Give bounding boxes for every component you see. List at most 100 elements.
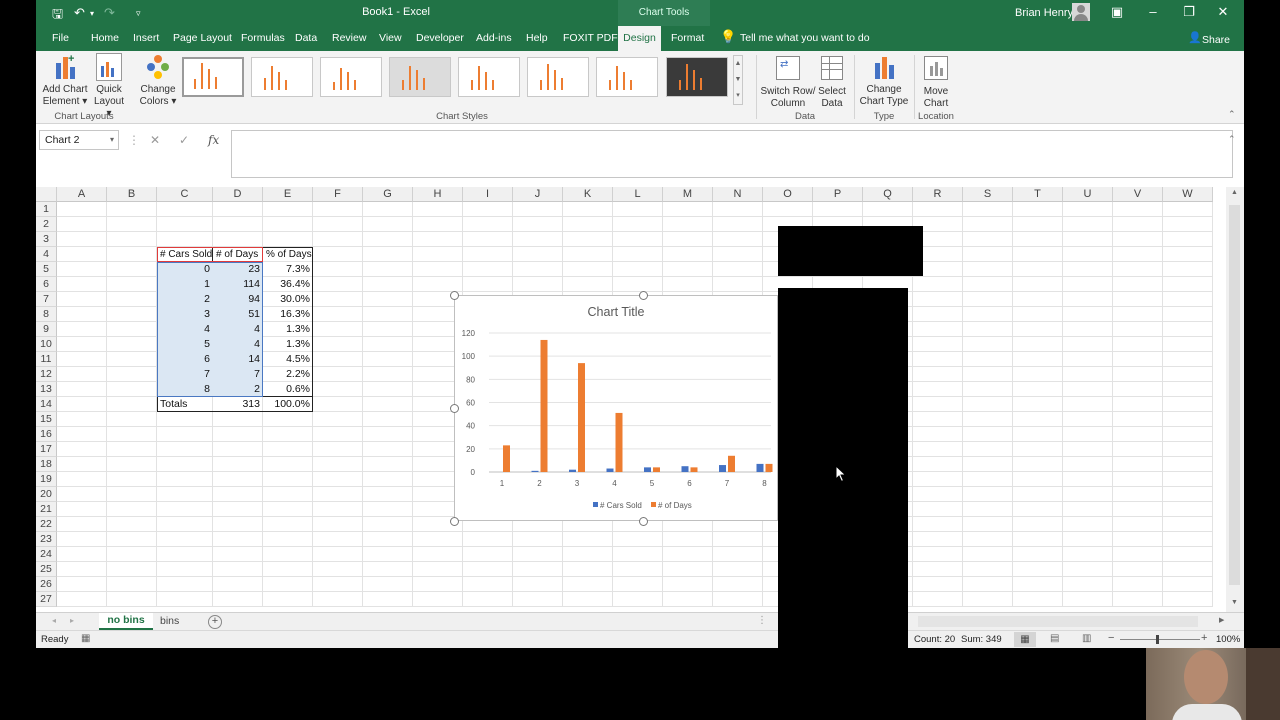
column-header[interactable]: D [213, 187, 263, 202]
zoom-slider-thumb[interactable] [1156, 635, 1159, 644]
tab-review[interactable]: Review [332, 32, 366, 44]
table-header-cell[interactable]: % of Days [263, 247, 313, 262]
table-row-cell[interactable]: 94 [213, 292, 263, 307]
table-row-cell[interactable]: 14 [213, 352, 263, 367]
tab-design[interactable]: Design [618, 26, 661, 51]
tab-file[interactable]: File [52, 32, 69, 44]
zoom-level[interactable]: 100% [1216, 634, 1240, 645]
switch-row-column-button[interactable]: ⇄ Switch Row/ Column [760, 53, 816, 110]
tab-home[interactable]: Home [91, 32, 119, 44]
tell-me-search[interactable]: Tell me what you want to do [740, 32, 870, 44]
row-header[interactable]: 18 [36, 457, 57, 472]
chart-style-5[interactable] [458, 57, 520, 97]
row-header[interactable]: 12 [36, 367, 57, 382]
column-header[interactable]: I [463, 187, 513, 202]
resize-handle-bottom-left[interactable] [450, 517, 459, 526]
table-row-cell[interactable]: 23 [213, 262, 263, 277]
table-row-cell[interactable]: 2.2% [263, 367, 313, 382]
page-layout-view-icon[interactable]: ▤ [1050, 633, 1059, 644]
chart-styles-scroll[interactable]: ▲ ▼ ▾ [733, 55, 743, 105]
row-header[interactable]: 10 [36, 337, 57, 352]
select-all-corner[interactable] [36, 187, 57, 202]
chart-style-4[interactable] [389, 57, 451, 97]
row-header[interactable]: 5 [36, 262, 57, 277]
table-row-cell[interactable]: 16.3% [263, 307, 313, 322]
chart-style-6[interactable] [527, 57, 589, 97]
table-row-cell[interactable]: 4 [213, 337, 263, 352]
tab-help[interactable]: Help [526, 32, 548, 44]
sheet-tab-bins[interactable]: bins [160, 615, 179, 627]
tab-view[interactable]: View [379, 32, 402, 44]
row-header[interactable]: 6 [36, 277, 57, 292]
column-header[interactable]: T [1013, 187, 1063, 202]
row-header[interactable]: 21 [36, 502, 57, 517]
totals-cell[interactable]: 313 [213, 397, 263, 412]
chart-style-1[interactable] [182, 57, 244, 97]
close-icon[interactable]: ✕ [1208, 4, 1238, 22]
row-header[interactable]: 8 [36, 307, 57, 322]
table-row-cell[interactable]: 3 [157, 307, 213, 322]
table-row-cell[interactable]: 30.0% [263, 292, 313, 307]
normal-view-icon[interactable]: ▦ [1014, 632, 1036, 647]
row-header[interactable]: 14 [36, 397, 57, 412]
column-header[interactable]: L [613, 187, 663, 202]
column-header[interactable]: H [413, 187, 463, 202]
row-header[interactable]: 16 [36, 427, 57, 442]
table-row-cell[interactable]: 1.3% [263, 322, 313, 337]
table-row-cell[interactable]: 114 [213, 277, 263, 292]
row-header[interactable]: 27 [36, 592, 57, 607]
column-header[interactable]: C [157, 187, 213, 202]
table-row-cell[interactable]: 4 [157, 322, 213, 337]
row-header[interactable]: 26 [36, 577, 57, 592]
row-header[interactable]: 17 [36, 442, 57, 457]
column-header[interactable]: U [1063, 187, 1113, 202]
scroll-sheets-right-icon[interactable]: ▸ [70, 616, 74, 625]
table-row-cell[interactable]: 36.4% [263, 277, 313, 292]
column-header[interactable]: A [57, 187, 107, 202]
table-row-cell[interactable]: 7.3% [263, 262, 313, 277]
tab-add-ins[interactable]: Add-ins [476, 32, 512, 44]
sheet-tab-no-bins[interactable]: no bins [99, 613, 153, 630]
name-box[interactable]: Chart 2 ▾ [39, 130, 119, 150]
row-header[interactable]: 23 [36, 532, 57, 547]
ribbon-display-icon[interactable]: ▣ [1102, 4, 1132, 22]
totals-cell[interactable]: 100.0% [263, 397, 313, 412]
row-header[interactable]: 25 [36, 562, 57, 577]
formula-input[interactable] [231, 130, 1233, 178]
user-name[interactable]: Brian Henry [1015, 7, 1073, 19]
vertical-scroll-thumb[interactable] [1229, 205, 1240, 585]
chart-style-2[interactable] [251, 57, 313, 97]
move-chart-button[interactable]: Move Chart [918, 53, 954, 110]
table-row-cell[interactable]: 1.3% [263, 337, 313, 352]
row-header[interactable]: 22 [36, 517, 57, 532]
table-row-cell[interactable]: 5 [157, 337, 213, 352]
column-header[interactable]: W [1163, 187, 1213, 202]
horizontal-scrollbar[interactable] [918, 616, 1198, 627]
minimize-icon[interactable]: – [1138, 4, 1168, 22]
macro-recording-icon[interactable]: ▦ [81, 633, 90, 644]
column-header[interactable]: N [713, 187, 763, 202]
change-colors-button[interactable]: Change Colors ▾ [138, 53, 178, 108]
column-header[interactable]: Q [863, 187, 913, 202]
column-header[interactable]: V [1113, 187, 1163, 202]
table-row-cell[interactable]: 51 [213, 307, 263, 322]
table-row-cell[interactable]: 8 [157, 382, 213, 397]
zoom-slider[interactable] [1120, 639, 1200, 640]
row-header[interactable]: 15 [36, 412, 57, 427]
select-data-button[interactable]: Select Data [816, 53, 848, 110]
column-header[interactable]: B [107, 187, 157, 202]
chart-style-8[interactable] [666, 57, 728, 97]
tab-data[interactable]: Data [295, 32, 317, 44]
tab-developer[interactable]: Developer [416, 32, 464, 44]
table-row-cell[interactable]: 7 [157, 367, 213, 382]
row-header[interactable]: 4 [36, 247, 57, 262]
tab-insert[interactable]: Insert [133, 32, 159, 44]
chart-style-3[interactable] [320, 57, 382, 97]
table-row-cell[interactable]: 0 [157, 262, 213, 277]
table-row-cell[interactable]: 4 [213, 322, 263, 337]
tab-formulas[interactable]: Formulas [241, 32, 285, 44]
row-header[interactable]: 3 [36, 232, 57, 247]
resize-handle-top-left[interactable] [450, 291, 459, 300]
row-header[interactable]: 1 [36, 202, 57, 217]
column-header[interactable]: E [263, 187, 313, 202]
